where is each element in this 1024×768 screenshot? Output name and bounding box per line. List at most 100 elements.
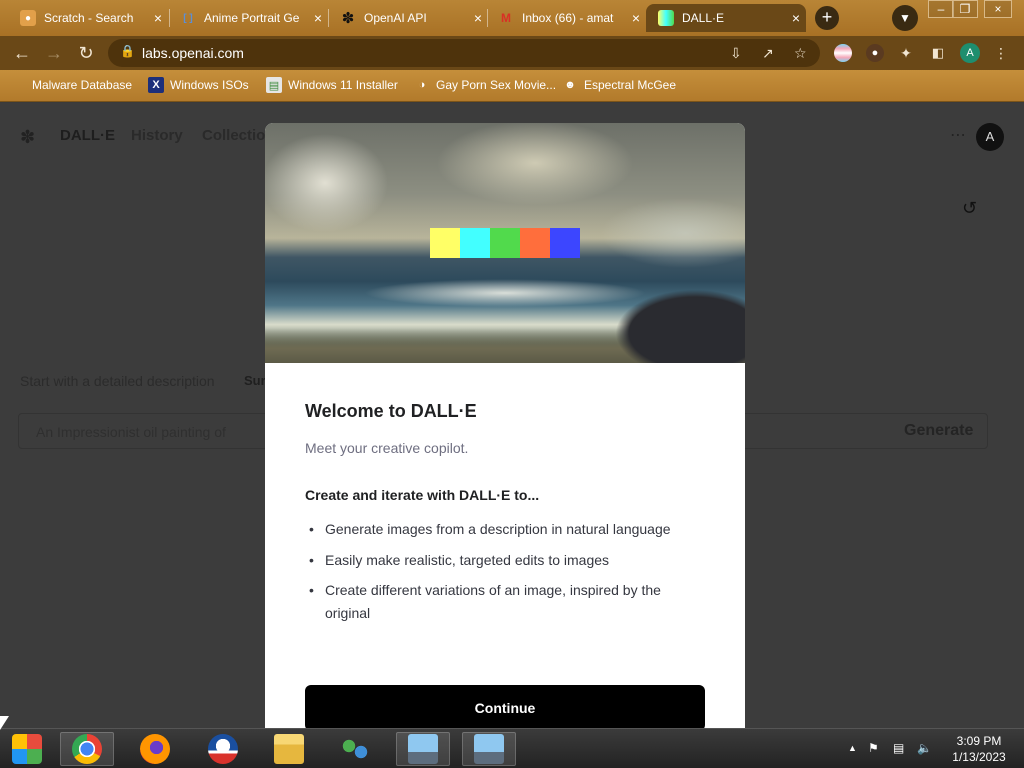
generate-button[interactable]: Generate <box>904 422 973 440</box>
close-tab-icon[interactable]: × <box>154 10 162 26</box>
new-tab-button[interactable]: + <box>815 6 839 30</box>
profile-avatar[interactable]: A <box>960 43 980 63</box>
restore-button[interactable]: ❐ <box>952 0 978 18</box>
surprise-me-button[interactable]: Sur <box>244 373 266 388</box>
bookmark-windows-11-installer[interactable]: ▤ Windows 11 Installer <box>266 77 398 93</box>
tab-search-chevron-icon[interactable]: ▼ <box>892 5 918 31</box>
dalle-color-swatches <box>430 228 580 258</box>
x-logo-icon: X <box>148 77 164 93</box>
bookmark-espectral-mcgee[interactable]: ☻ Espectral McGee <box>562 77 676 93</box>
bookmark-star-icon[interactable]: ☆ <box>794 45 807 62</box>
taskbar-remote-desktop-2[interactable] <box>462 732 516 766</box>
close-tab-icon[interactable]: × <box>792 10 800 26</box>
taskbar-remote-desktop[interactable] <box>396 732 450 766</box>
extension-flag-icon[interactable] <box>834 44 852 62</box>
bookmark-label: Malware Database <box>32 78 133 92</box>
forward-arrow-icon[interactable]: → <box>42 42 66 64</box>
more-options-icon[interactable]: ⋯ <box>950 125 966 145</box>
volume-icon[interactable]: 🔈 <box>917 741 932 755</box>
openai-logo-icon[interactable]: ✽ <box>20 127 40 147</box>
welcome-modal: Welcome to DALL·E Meet your creative cop… <box>265 123 745 728</box>
bookmark-label: Windows ISOs <box>170 78 249 92</box>
clock-date: 1/13/2023 <box>952 750 1006 764</box>
gmail-favicon: M <box>501 11 511 25</box>
taskbar-obama[interactable] <box>196 732 250 766</box>
history-icon[interactable]: ↺ <box>962 198 977 219</box>
action-center-flag-icon[interactable]: ⚑ <box>868 741 879 755</box>
bookmark-malware-database[interactable]: Malware Database <box>20 77 132 93</box>
tab-title: DALL·E <box>682 11 725 25</box>
bookmark-windows-isos[interactable]: X Windows ISOs <box>148 77 249 93</box>
modal-lead-text: Create and iterate with DALL·E to... <box>305 487 540 503</box>
tray-chevron-icon[interactable]: ▲ <box>848 743 857 753</box>
bookmark-label: Gay Porn Sex Movie... <box>436 78 557 92</box>
windows-taskbar: ▲ ⚑ ▤ 🔈 3:09 PM 1/13/2023 <box>0 728 1024 768</box>
close-tab-icon[interactable]: × <box>474 10 482 26</box>
browser-menu-icon[interactable]: ⋮ <box>992 44 1010 62</box>
extensions-puzzle-icon[interactable]: ✦ <box>897 44 915 62</box>
nav-history[interactable]: History <box>131 127 183 144</box>
dalle-favicon <box>658 10 674 26</box>
swatch-green <box>490 228 520 258</box>
remote-desktop-icon <box>474 734 504 764</box>
feature-item: Create different variations of an image,… <box>305 579 705 624</box>
modal-subtitle: Meet your creative copilot. <box>305 440 469 456</box>
reload-icon[interactable]: ↻ <box>74 42 98 64</box>
modal-title: Welcome to DALL·E <box>305 401 477 421</box>
close-tab-icon[interactable]: × <box>314 10 322 26</box>
taskbar-chrome[interactable] <box>60 732 114 766</box>
tab-openai-api[interactable]: ✽ OpenAI API × <box>328 4 488 32</box>
folder-icon <box>20 77 26 93</box>
search-favicon: ● <box>20 10 36 26</box>
navigation-bar: ← → ↻ 🔒 labs.openai.com ⇩ ↗ ☆ ● ✦ ◧ A ⋮ <box>0 36 1024 70</box>
taskbar-file-explorer[interactable] <box>262 732 316 766</box>
address-bar[interactable]: 🔒 labs.openai.com ⇩ ↗ ☆ <box>108 39 820 67</box>
bookmarks-bar: Malware Database X Windows ISOs ▤ Window… <box>0 70 1024 102</box>
bookmark-label: Espectral McGee <box>584 78 677 92</box>
image-icon: ▤ <box>266 77 282 93</box>
url-text[interactable]: labs.openai.com <box>142 45 244 61</box>
tab-title: Anime Portrait Ge <box>204 11 300 25</box>
tab-title: Inbox (66) - amat <box>522 11 614 25</box>
feature-item: Easily make realistic, targeted edits to… <box>305 549 705 572</box>
remote-desktop-icon <box>408 734 438 764</box>
user-avatar[interactable]: A <box>976 123 1004 151</box>
brand-title[interactable]: DALL·E <box>60 127 115 144</box>
swatch-yellow <box>430 228 460 258</box>
back-arrow-icon[interactable]: ← <box>10 42 34 64</box>
start-description-text: Start with a detailed description <box>20 373 215 389</box>
minimize-button[interactable]: – <box>928 0 954 18</box>
firefox-icon <box>140 734 170 764</box>
bookmark-label: Windows 11 Installer <box>288 78 398 92</box>
side-panel-icon[interactable]: ◧ <box>929 44 947 62</box>
chrome-icon <box>72 734 102 764</box>
lock-icon[interactable]: 🔒 <box>120 44 135 58</box>
tab-title: Scratch - Search <box>44 11 134 25</box>
taskbar-network[interactable] <box>328 732 382 766</box>
system-clock[interactable]: 3:09 PM 1/13/2023 <box>945 733 1013 765</box>
start-button[interactable] <box>0 732 54 766</box>
rocks-shadow <box>545 273 745 363</box>
tab-scratch-search[interactable]: ● Scratch - Search × <box>8 4 168 32</box>
install-app-icon[interactable]: ⇩ <box>730 45 742 62</box>
taskbar-firefox[interactable] <box>128 732 182 766</box>
extension-avatar-icon[interactable]: ● <box>866 44 884 62</box>
prompt-placeholder: An Impressionist oil painting of <box>36 424 226 440</box>
site-icon: ◑ <box>418 79 426 91</box>
mouse-cursor-icon <box>0 716 9 730</box>
bookmark-site[interactable]: ◑ Gay Porn Sex Movie... <box>414 77 556 93</box>
close-tab-icon[interactable]: × <box>632 10 640 26</box>
tab-bar: ● Scratch - Search × [ ] Anime Portrait … <box>0 0 1024 36</box>
share-icon[interactable]: ↗ <box>762 45 774 62</box>
continue-button[interactable]: Continue <box>305 685 705 728</box>
close-window-button[interactable]: × <box>984 0 1012 18</box>
tab-title: OpenAI API <box>364 11 427 25</box>
network-status-icon[interactable]: ▤ <box>893 741 904 755</box>
tab-inbox[interactable]: M Inbox (66) - amat × <box>486 4 646 32</box>
avatar-icon: ☻ <box>564 79 576 91</box>
nav-collections[interactable]: Collectio <box>202 127 265 144</box>
file-explorer-icon <box>274 734 304 764</box>
tab-anime-portrait[interactable]: [ ] Anime Portrait Ge × <box>168 4 328 32</box>
tab-dalle[interactable]: DALL·E × <box>646 4 806 32</box>
seascape-painting-image <box>265 123 745 363</box>
